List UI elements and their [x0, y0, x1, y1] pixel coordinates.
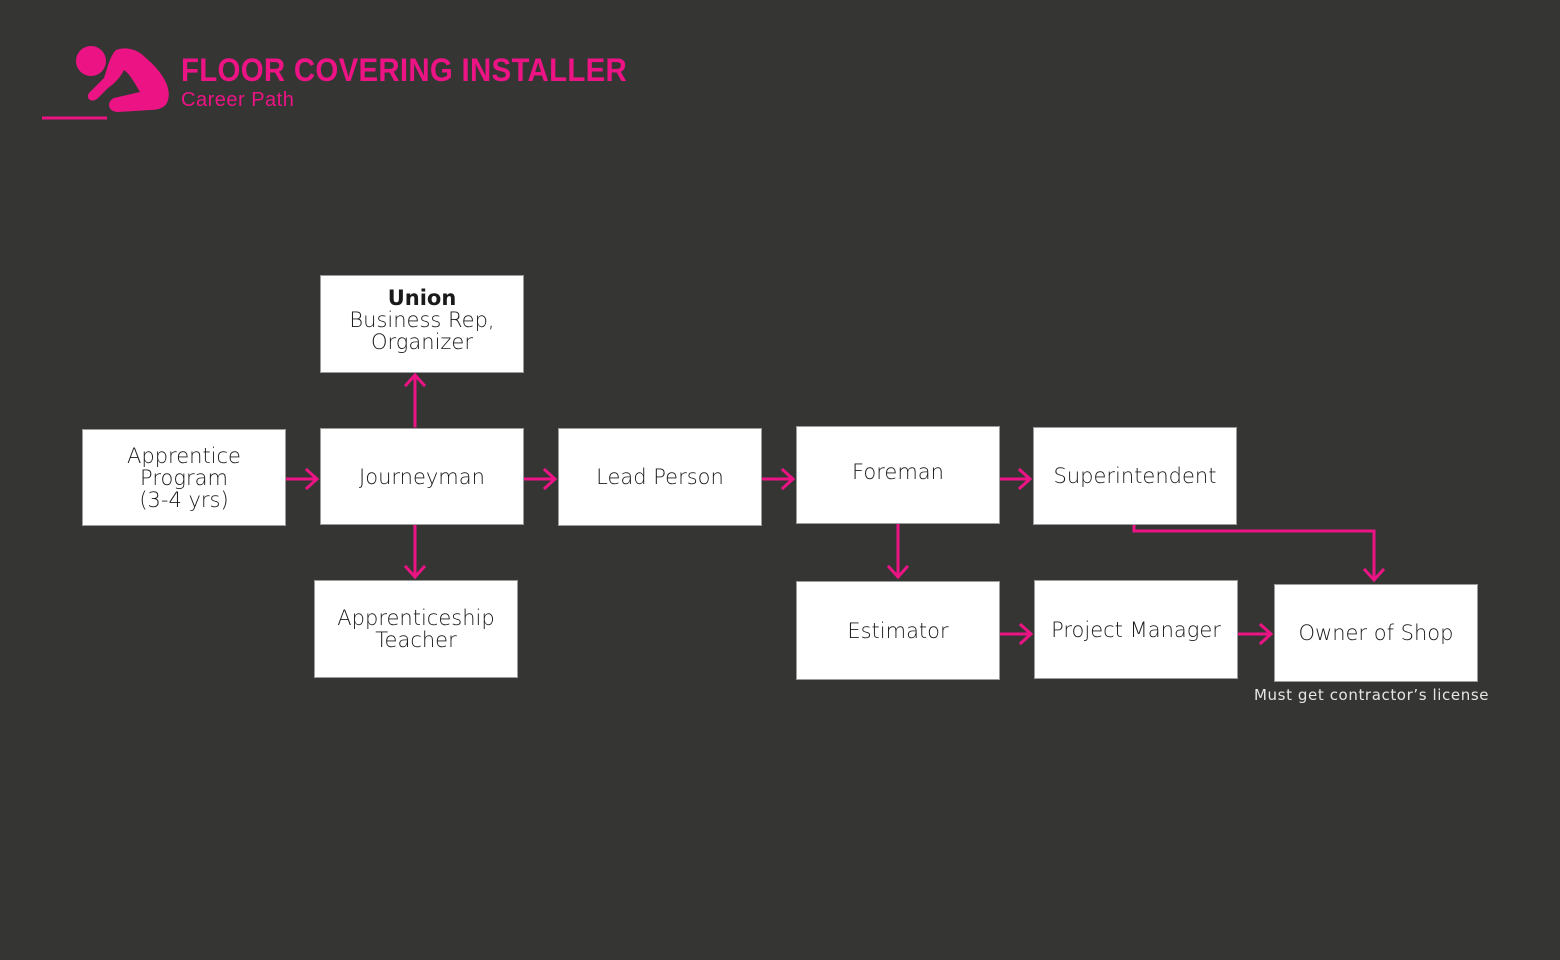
- node-journeyman: Journeyman: [320, 428, 524, 525]
- node-apprentice-program: Apprentice Program (3-4 yrs): [82, 429, 286, 526]
- arrow-lead-person-to-foreman: [761, 467, 796, 491]
- node-label: Teacher: [375, 628, 457, 652]
- node-label: Lead Person: [596, 465, 724, 489]
- node-owner-of-shop: Owner of Shop: [1274, 584, 1478, 682]
- arrow-superintendent-to-owner: [1132, 523, 1386, 583]
- node-label: Foreman: [852, 460, 944, 484]
- node-label: Owner of Shop: [1298, 621, 1454, 645]
- arrow-project-manager-to-owner: [1237, 622, 1274, 646]
- node-label: (3-4 yrs): [139, 487, 229, 512]
- node-superintendent: Superintendent: [1033, 427, 1237, 525]
- node-estimator: Estimator: [796, 581, 1000, 680]
- node-label: Apprentice: [127, 443, 241, 468]
- node-lead-person: Lead Person: [558, 428, 762, 526]
- node-label: Project Manager: [1051, 617, 1221, 642]
- node-union: Union Business Rep, Organizer: [320, 275, 524, 373]
- node-label: Superintendent: [1053, 464, 1217, 488]
- node-label: Business Rep,: [349, 308, 495, 332]
- node-foreman: Foreman: [796, 426, 1000, 524]
- arrow-foreman-to-estimator: [886, 523, 910, 580]
- node-label: Estimator: [847, 618, 949, 643]
- node-label-bold: Union: [387, 286, 457, 310]
- license-note: Must get contractor’s license: [1254, 686, 1490, 704]
- arrow-foreman-to-superintendent: [999, 467, 1033, 491]
- node-apprenticeship-teacher: Apprenticeship Teacher: [314, 580, 518, 678]
- node-label: Program: [140, 465, 228, 490]
- node-label: Journeyman: [359, 464, 485, 489]
- arrow-estimator-to-project-manager: [999, 622, 1034, 646]
- node-label: Organizer: [371, 330, 473, 354]
- node-label: Apprenticeship: [337, 606, 495, 630]
- arrow-journeyman-to-lead-person: [523, 467, 558, 491]
- arrow-journeyman-to-teacher: [403, 524, 427, 580]
- node-project-manager: Project Manager: [1034, 580, 1238, 679]
- arrow-journeyman-to-union: [403, 372, 427, 428]
- arrow-apprentice-to-journeyman: [285, 467, 320, 491]
